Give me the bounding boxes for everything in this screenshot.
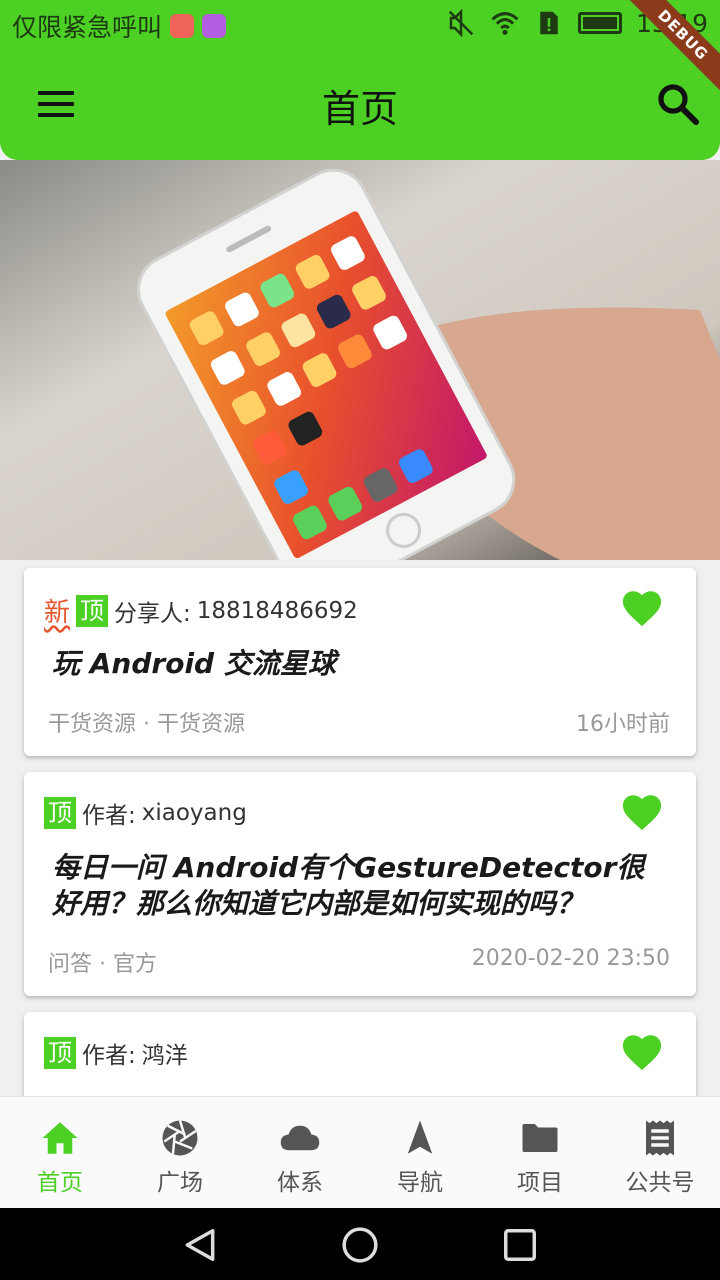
new-tag: 新 (44, 598, 71, 628)
nav-tab-projects[interactable]: 项目 (480, 1097, 600, 1208)
heart-icon[interactable] (620, 792, 664, 832)
home-circle-icon[interactable] (341, 1226, 379, 1264)
nav-label: 首页 (37, 1170, 83, 1196)
nav-label: 广场 (157, 1170, 203, 1196)
battery-icon (577, 12, 622, 34)
article-card[interactable]: 顶 作者: xiaoyang 每日一问 Android有个GestureDete… (24, 772, 696, 996)
app-bar: 首页 (0, 50, 720, 155)
nav-label: 项目 (517, 1170, 563, 1196)
folder-icon (522, 1124, 558, 1152)
author-name[interactable]: 鸿洋 (142, 1036, 188, 1070)
receipt-icon (646, 1120, 674, 1156)
article-header: 新 顶 分享人: 18818486692 (44, 592, 358, 629)
back-icon[interactable] (181, 1226, 219, 1264)
nav-label: 导航 (397, 1170, 443, 1196)
banner-phone-illustration (0, 160, 720, 560)
article-time: 16小时前 (576, 712, 670, 737)
mail-notification-icon (170, 14, 195, 38)
author-label: 分享人: (114, 600, 191, 627)
article-card[interactable]: 新 顶 分享人: 18818486692 玩 Android 交流星球 干货资源… (24, 568, 696, 756)
system-navigation-bar (0, 1208, 720, 1280)
article-category[interactable]: 问答 · 官方 (48, 946, 157, 978)
author-name[interactable]: xiaoyang (142, 800, 247, 826)
top-tag: 顶 (76, 594, 109, 627)
navigation-icon (407, 1120, 433, 1154)
article-header: 顶 作者: 鸿洋 (44, 1036, 188, 1070)
nav-tab-navigation[interactable]: 导航 (360, 1097, 480, 1208)
article-title[interactable]: 每日一问 Android有个GestureDetector很好用？那么你知道它内… (52, 850, 656, 922)
nav-tab-home[interactable]: 首页 (0, 1097, 120, 1208)
search-icon[interactable] (654, 80, 702, 128)
sim-alert-icon (540, 11, 558, 35)
aperture-icon (162, 1120, 198, 1156)
author-name[interactable]: 18818486692 (197, 598, 358, 624)
wifi-icon (491, 12, 519, 35)
status-bar: 仅限紧急呼叫 15:19 DEBUG (0, 0, 720, 98)
cloud-icon (280, 1125, 320, 1151)
author-label: 作者: (82, 1043, 136, 1069)
heart-icon[interactable] (620, 1032, 664, 1072)
nav-tab-official-accounts[interactable]: 公共号 (600, 1097, 720, 1208)
article-header: 顶 作者: xiaoyang (44, 796, 247, 830)
author-label: 作者: (82, 803, 136, 829)
top-bar: 仅限紧急呼叫 15:19 DEBUG (0, 0, 720, 160)
status-left: 仅限紧急呼叫 (12, 8, 227, 44)
article-time: 2020-02-20 23:50 (471, 946, 670, 971)
article-list[interactable]: 新 顶 分享人: 18818486692 玩 Android 交流星球 干货资源… (0, 560, 720, 1096)
carrier-text: 仅限紧急呼叫 (12, 13, 163, 42)
mute-icon (448, 8, 474, 38)
top-tag: 顶 (44, 1037, 76, 1069)
article-card[interactable]: 顶 作者: 鸿洋 (24, 1012, 696, 1096)
nav-tab-system[interactable]: 体系 (240, 1097, 360, 1208)
banner-carousel[interactable] (0, 160, 720, 560)
article-category[interactable]: 干货资源 · 干货资源 (48, 706, 245, 738)
bottom-navigation: 首页 广场 体系 导航 项目 公共号 (0, 1096, 720, 1208)
top-tag: 顶 (44, 797, 76, 829)
home-icon (42, 1122, 78, 1154)
heart-icon[interactable] (620, 588, 664, 628)
nav-label: 体系 (277, 1170, 323, 1196)
nav-label: 公共号 (625, 1170, 695, 1196)
recent-apps-icon[interactable] (501, 1226, 539, 1264)
nav-tab-square[interactable]: 广场 (120, 1097, 240, 1208)
page-title: 首页 (321, 87, 398, 131)
article-title[interactable]: 玩 Android 交流星球 (52, 646, 656, 682)
gallery-notification-icon (202, 14, 227, 38)
